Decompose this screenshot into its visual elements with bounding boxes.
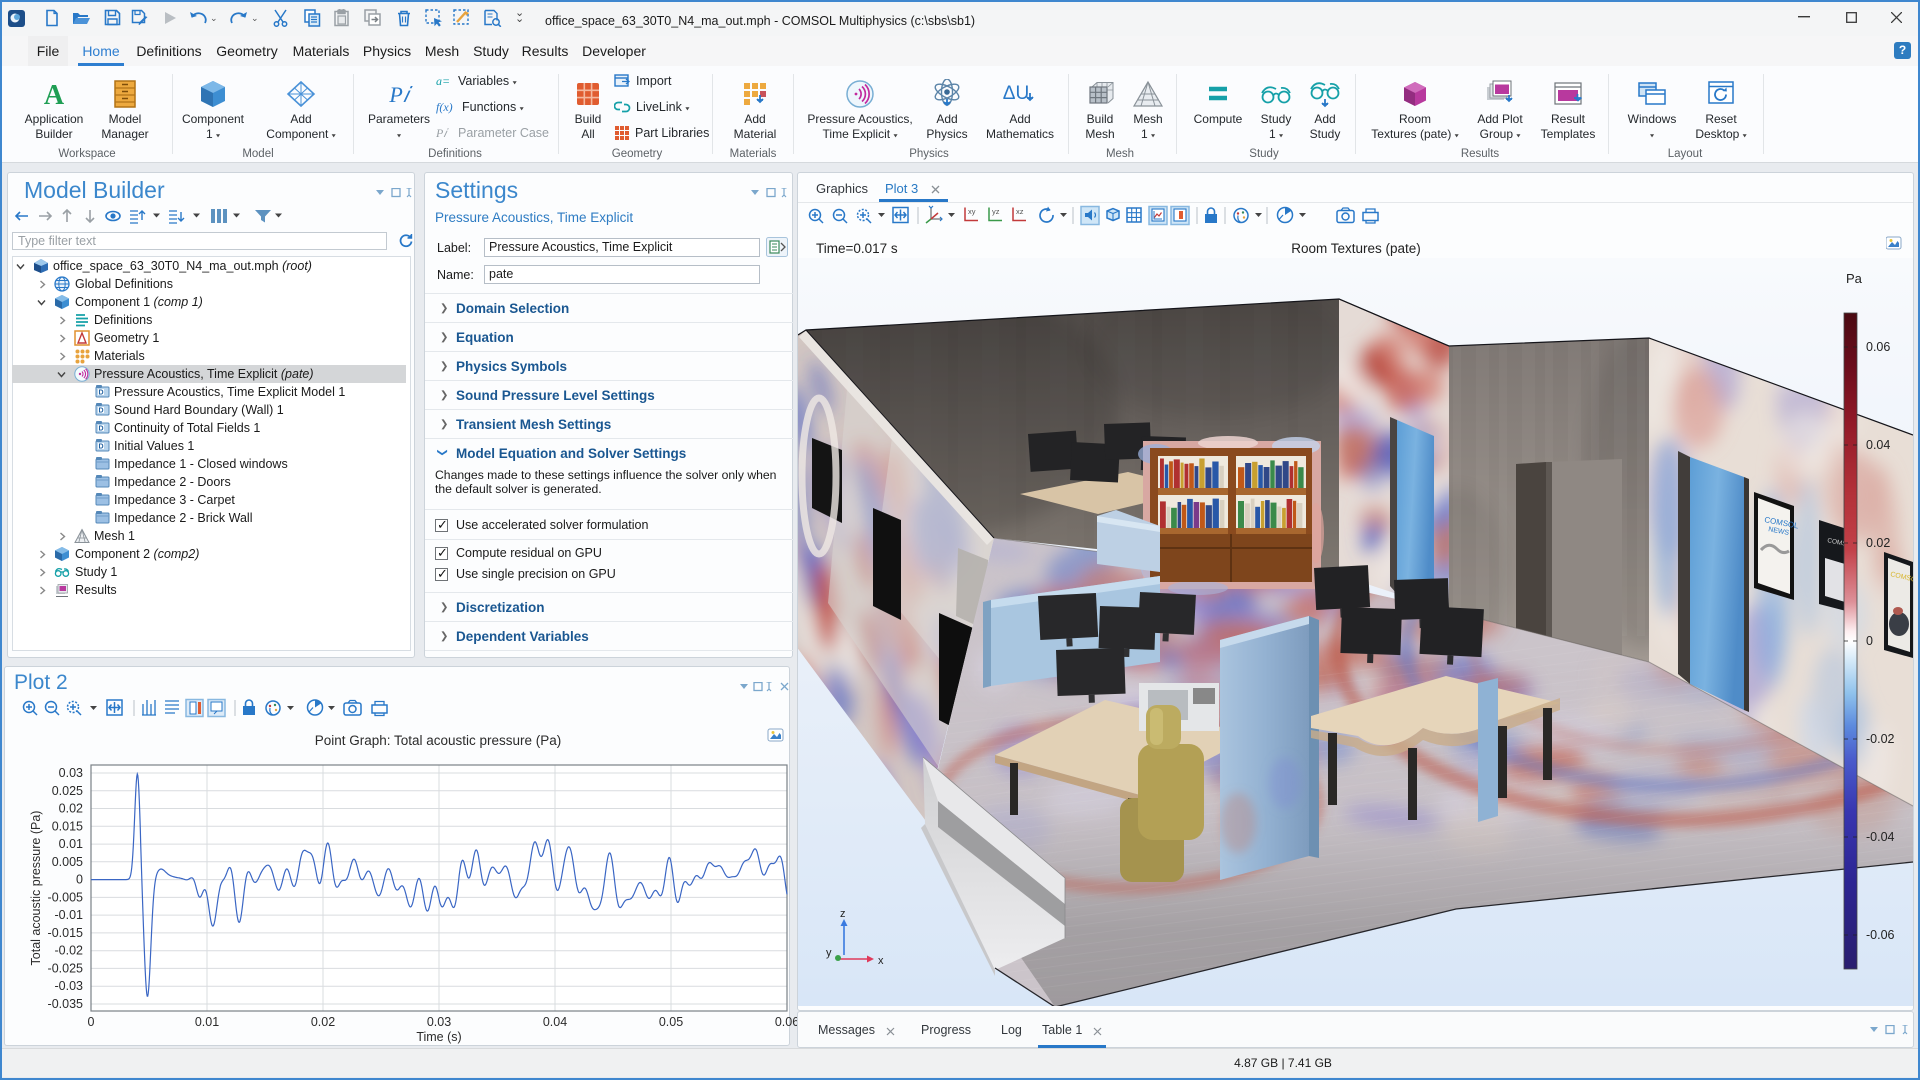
svg-text:0.06: 0.06 [775,1015,799,1029]
svg-text:-0.01: -0.01 [55,908,84,922]
svg-text:0.03: 0.03 [427,1015,451,1029]
svg-text:0.04: 0.04 [1866,438,1890,452]
svg-text:0.04: 0.04 [543,1015,567,1029]
svg-text:0.01: 0.01 [59,837,83,851]
svg-text:f(x): f(x) [436,100,453,114]
svg-text:P𝑖: P𝑖 [388,82,412,107]
svg-text:a=: a= [436,74,450,88]
svg-text:0: 0 [88,1015,95,1029]
svg-text:A: A [44,80,65,109]
svg-text:0.02: 0.02 [59,802,83,816]
svg-text:x: x [878,955,884,967]
svg-text:Point Graph: Total acoustic pr: Point Graph: Total acoustic pressure (Pa… [315,733,562,748]
svg-text:-0.015: -0.015 [48,926,83,940]
svg-text:Total acoustic pressure (Pa): Total acoustic pressure (Pa) [29,811,43,966]
svg-text:-0.025: -0.025 [48,961,83,975]
svg-text:0.02: 0.02 [311,1015,335,1029]
svg-text:xz: xz [1016,207,1024,216]
svg-text:-0.06: -0.06 [1866,928,1895,942]
svg-text:0.005: 0.005 [52,855,83,869]
svg-text:0: 0 [76,873,83,887]
svg-text:ΔU: ΔU [1003,83,1029,104]
svg-text:xy: xy [968,207,976,216]
svg-text:Time (s): Time (s) [416,1030,461,1044]
svg-text:z: z [840,908,846,920]
svg-text:0.025: 0.025 [52,784,83,798]
svg-text:-0.02: -0.02 [1866,732,1895,746]
svg-text:-0.005: -0.005 [48,890,83,904]
svg-text:0.015: 0.015 [52,819,83,833]
svg-text:P𝑖: P𝑖 [436,126,449,140]
svg-text:-0.035: -0.035 [48,997,83,1011]
svg-text:-0.03: -0.03 [55,979,84,993]
svg-text:0.05: 0.05 [659,1015,683,1029]
svg-text:0.06: 0.06 [1866,340,1890,354]
svg-text:-0.04: -0.04 [1866,830,1895,844]
svg-text:y: y [826,947,832,959]
svg-text:0.01: 0.01 [195,1015,219,1029]
svg-text:0.02: 0.02 [1866,536,1890,550]
svg-text:0.03: 0.03 [59,766,83,780]
svg-text:Pa: Pa [1846,271,1863,286]
svg-text:0: 0 [1866,634,1873,648]
svg-text:-0.02: -0.02 [55,944,84,958]
svg-text:yz: yz [992,207,1000,216]
